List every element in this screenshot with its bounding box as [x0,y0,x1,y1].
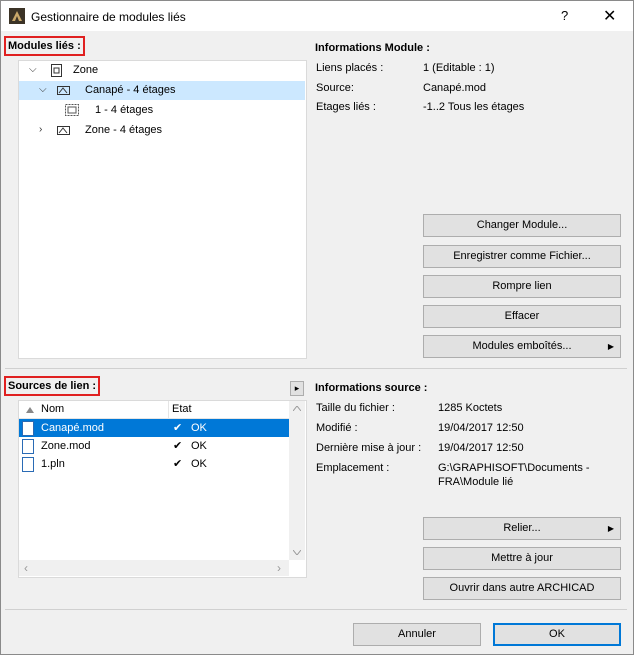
change-module-button[interactable]: Changer Module... [423,214,621,237]
modified-value: 19/04/2017 12:50 [438,422,524,434]
column-header-name[interactable]: Nom [41,403,64,415]
source-state: OK [191,440,207,452]
section-divider [5,368,627,369]
triangle-right-icon: ▶ [607,342,614,351]
scroll-down-icon[interactable] [293,550,301,555]
tree-item-label: Zone - 4 étages [85,124,163,136]
column-header-state[interactable]: Etat [172,403,192,415]
delete-button[interactable]: Effacer [423,305,621,328]
file-icon [22,421,34,436]
ok-button[interactable]: OK [493,623,621,646]
expand-sources-button[interactable]: ▸ [290,381,304,396]
triangle-right-icon: ▶ [607,524,614,533]
last-update-label: Dernière mise à jour : [316,442,422,454]
tree-item-canape[interactable]: ⌵ Canapé - 4 étages [19,81,305,100]
document-icon [51,64,62,77]
nested-modules-label: Modules emboîtés... [472,340,572,352]
source-name: Zone.mod [41,440,91,452]
source-name: 1.pln [41,458,65,470]
scroll-left-icon[interactable]: ‹ [24,561,28,575]
file-icon [22,439,34,454]
cancel-button[interactable]: Annuler [353,623,481,646]
sort-up-icon [26,407,34,413]
location-value-line1: G:\GRAPHISOFT\Documents - [438,462,590,474]
chevron-down-icon[interactable]: ⌵ [29,64,37,75]
placed-links-label: Liens placés : [316,62,384,74]
tree-item-zone[interactable]: ⌵ Zone [19,61,305,80]
check-icon: ✔ [173,422,183,434]
file-size-value: 1285 Koctets [438,402,503,414]
link-button-label: Relier... [503,522,541,534]
last-update-value: 19/04/2017 12:50 [438,442,524,454]
source-label: Source: [316,82,354,94]
nested-modules-button[interactable]: Modules emboîtés... ▶ [423,335,621,358]
tree-item-label: Zone [73,64,99,76]
check-icon: ✔ [173,440,183,452]
column-divider [168,401,169,418]
archicad-app-icon [9,8,25,24]
source-row-zone[interactable]: Zone.mod ✔ OK [19,437,289,455]
scroll-up-icon[interactable] [293,406,301,411]
tree-item-label: Canapé - 4 étages [85,84,176,96]
dialog-window: Gestionnaire de modules liés ? ✕ Modules… [0,0,634,655]
module-icon [57,86,70,95]
break-link-button[interactable]: Rompre lien [423,275,621,298]
title-bar: Gestionnaire de modules liés ? ✕ [1,1,633,31]
close-button[interactable]: ✕ [603,6,616,26]
tree-item-label: 1 - 4 étages [95,104,154,116]
link-button[interactable]: Relier... ▶ [423,517,621,540]
file-icon [22,457,34,472]
sources-list-header: Nom Etat [19,401,289,419]
source-row-canape[interactable]: Canapé.mod ✔ OK [19,419,289,437]
tree-item-floors[interactable]: 1 - 4 étages [19,101,305,120]
open-in-archicad-button[interactable]: Ouvrir dans autre ARCHICAD [423,577,621,600]
module-icon [57,126,70,135]
location-label: Emplacement : [316,462,390,474]
sources-section-title: Sources de lien : [4,376,101,396]
linked-floors-label: Etages liés : [316,101,376,113]
source-row-pln[interactable]: 1.pln ✔ OK [19,455,289,473]
placed-links-value: 1 (Editable : 1) [423,62,495,74]
chevron-down-icon[interactable]: ⌵ [39,84,47,95]
tree-item-zone-floors[interactable]: › Zone - 4 étages [19,121,305,140]
help-button[interactable]: ? [561,8,568,23]
location-value-line2: FRA\Module lié [438,476,514,488]
chevron-right-icon[interactable]: › [39,124,42,135]
window-title: Gestionnaire de modules liés [31,10,186,24]
linked-floors-value: -1..2 Tous les étages [423,101,525,113]
source-state: OK [191,422,207,434]
module-info-title: Informations Module : [315,42,430,54]
source-name: Canapé.mod [41,422,104,434]
nested-module-icon [65,104,79,116]
footer-divider [5,609,627,610]
check-icon: ✔ [173,458,183,470]
sources-list[interactable]: Nom Etat Canapé.mod ✔ OK Zone.mod ✔ OK 1… [18,400,307,578]
vertical-scrollbar[interactable] [289,401,305,560]
modules-section-title: Modules liés : [4,36,85,56]
file-size-label: Taille du fichier : [316,402,395,414]
scroll-right-icon[interactable]: › [277,561,281,575]
source-info-title: Informations source : [315,382,428,394]
modified-label: Modifié : [316,422,358,434]
update-button[interactable]: Mettre à jour [423,547,621,570]
horizontal-scrollbar[interactable]: ‹ › [19,560,289,576]
source-value: Canapé.mod [423,82,486,94]
save-as-file-button[interactable]: Enregistrer comme Fichier... [423,245,621,268]
source-state: OK [191,458,207,470]
modules-tree[interactable]: ⌵ Zone ⌵ Canapé - 4 étages 1 - 4 étages … [18,60,307,359]
